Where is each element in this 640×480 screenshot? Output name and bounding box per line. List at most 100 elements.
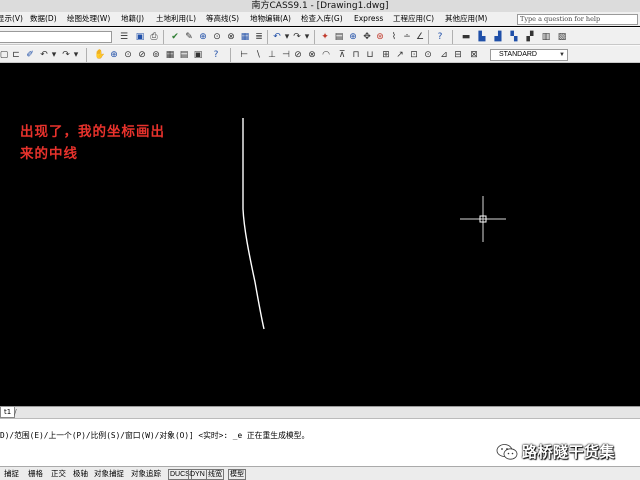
zoom-extents-icon[interactable]: ⊗ (225, 31, 237, 43)
zoom-realtime-icon[interactable]: ⊕ (108, 49, 120, 61)
tab-divider: / (14, 408, 17, 417)
dim-update-icon[interactable]: ⊿ (438, 49, 450, 61)
pan-icon[interactable]: ✥ (361, 31, 373, 43)
toolbar-separator (230, 48, 231, 62)
calculator-icon[interactable]: ▥ (540, 31, 552, 43)
dim-style-icon[interactable]: ⊠ (468, 49, 480, 61)
wechat-icon (496, 444, 518, 460)
status-bar: 捕捉 栅格 正交 极轴 对象捕捉 对象追踪 DUCS DYN 线宽 模型 (0, 466, 640, 480)
status-polar[interactable]: 极轴 (73, 469, 88, 480)
dim-text-edit-icon[interactable]: ⊟ (452, 49, 464, 61)
layer-icon[interactable]: ≣ (253, 31, 265, 43)
toolbar-separator (163, 30, 164, 44)
block-icon[interactable]: ▣ (192, 49, 204, 61)
drawing-canvas[interactable]: 出现了，我的坐标画出 来的中线 (0, 64, 640, 406)
line-minus-icon[interactable]: ∸ (401, 31, 413, 43)
menu-cadastre[interactable]: 地籍(J) (121, 12, 144, 26)
tolerance-icon[interactable]: ⊞ (380, 49, 392, 61)
menu-other-apps[interactable]: 其他应用(M) (445, 12, 487, 26)
toolbar-separator (452, 30, 453, 44)
pan-realtime-icon[interactable]: ✋ (94, 49, 106, 61)
watermark-text: 路桥隧干货集 (522, 443, 616, 461)
pin-icon[interactable]: ✦ (319, 31, 331, 43)
dim-ordinate-icon[interactable]: ⊥ (266, 49, 278, 61)
design-center-icon[interactable]: ▙ (476, 31, 488, 43)
tab-layout[interactable]: t1 (0, 407, 16, 418)
dim-angular-icon[interactable]: ⊗ (306, 49, 318, 61)
toolbar-separator (86, 48, 87, 62)
toolbar-separator (314, 30, 315, 44)
zoom-scale-icon[interactable]: ⊚ (150, 49, 162, 61)
menu-check-import[interactable]: 检查入库(G) (301, 12, 343, 26)
status-model[interactable]: 模型 (228, 469, 246, 480)
dim-baseline-icon[interactable]: ⊓ (350, 49, 362, 61)
chevron-down-icon: ▼ (559, 52, 565, 58)
tool-palette-icon[interactable]: ▟ (492, 31, 504, 43)
canvas-graphics (242, 118, 506, 330)
dim-continue-icon[interactable]: ⊔ (364, 49, 376, 61)
status-grid[interactable]: 栅格 (28, 469, 43, 480)
brush-icon[interactable]: ✐ (24, 49, 36, 61)
leader-icon[interactable]: ↗ (394, 49, 406, 61)
markup-icon[interactable]: ▞ (524, 31, 536, 43)
zoom-all-icon[interactable]: ⊘ (136, 49, 148, 61)
dim-aligned-icon[interactable]: ∖ (252, 49, 264, 61)
properties-grid-icon[interactable]: ▦ (164, 49, 176, 61)
window-title-bar: 南方CASS9.1 - [Drawing1.dwg] (0, 0, 640, 12)
help-search-input[interactable]: Type a question for help (517, 14, 638, 25)
grid-icon[interactable]: ▦ (239, 31, 251, 43)
menu-data[interactable]: 数据(D) (30, 12, 57, 26)
status-ortho[interactable]: 正交 (51, 469, 66, 480)
properties-icon[interactable]: ▬ (460, 31, 472, 43)
dim-radius-icon[interactable]: ⊣ (280, 49, 292, 61)
print-icon[interactable]: ⎙ (148, 31, 160, 43)
text-style-dropdown[interactable]: STANDARD ▼ (490, 49, 568, 61)
status-otrack[interactable]: 对象追踪 (131, 469, 161, 480)
toolbar-icon[interactable]: ▧ (556, 31, 568, 43)
check-icon[interactable]: ✔ (169, 31, 181, 43)
status-osnap[interactable]: 对象捕捉 (94, 469, 124, 480)
help-small-icon[interactable]: ? (210, 49, 222, 61)
angle-icon[interactable]: ∠ (414, 31, 426, 43)
quick-dim-icon[interactable]: ⊼ (336, 49, 348, 61)
help-icon[interactable]: ? (434, 31, 446, 43)
open-icon[interactable]: ⊏ (10, 49, 22, 61)
dim-edit-icon[interactable]: ⊡ (408, 49, 420, 61)
save-icon[interactable]: ▣ (134, 31, 146, 43)
zoom-window-icon[interactable]: ⊙ (211, 31, 223, 43)
menu-icon[interactable]: ☰ (118, 31, 130, 43)
standard-toolbar: ☰ ▣ ⎙ ✔ ✎ ⊕ ⊙ ⊗ ▦ ≣ ↶ ▾ ↷ ▾ ✦ ▤ ⊕ ✥ ⊛ ⌇ … (0, 27, 640, 45)
menu-contour[interactable]: 等高线(S) (206, 12, 239, 26)
symbol-icon[interactable]: ⊛ (374, 31, 386, 43)
layer-dropdown[interactable] (0, 31, 112, 43)
status-dyn[interactable]: DYN (188, 469, 207, 480)
pencil-icon[interactable]: ✎ (183, 31, 195, 43)
status-snap[interactable]: 捕捉 (4, 469, 19, 480)
new-file-icon[interactable]: ▢ (0, 49, 10, 61)
menu-view[interactable]: 显示(V) (0, 12, 23, 26)
status-lineweight[interactable]: 线宽 (206, 469, 224, 480)
table-icon[interactable]: ▤ (333, 31, 345, 43)
menu-bar: 显示(V) 数据(D) 绘图处理(W) 地籍(J) 土地利用(L) 等高线(S)… (0, 12, 640, 26)
menu-land-use[interactable]: 土地利用(L) (156, 12, 196, 26)
menu-feature-edit[interactable]: 地物编辑(A) (250, 12, 291, 26)
curve-icon[interactable]: ⌇ (388, 31, 400, 43)
redo-dropdown-icon[interactable]: ▾ (301, 31, 313, 43)
zoom-previous-icon[interactable]: ⊙ (122, 49, 134, 61)
menu-express[interactable]: Express (354, 12, 383, 26)
zoom-in-icon[interactable]: ⊕ (347, 31, 359, 43)
dim-diameter-icon[interactable]: ⊘ (292, 49, 304, 61)
redo-small-dropdown-icon[interactable]: ▾ (70, 49, 82, 61)
undo-small-dropdown-icon[interactable]: ▾ (48, 49, 60, 61)
menu-engineering[interactable]: 工程应用(C) (393, 12, 434, 26)
library-icon[interactable]: ▤ (178, 49, 190, 61)
centerline-curve (242, 118, 265, 330)
zoom-icon[interactable]: ⊕ (197, 31, 209, 43)
dim-arc-icon[interactable]: ◠ (320, 49, 332, 61)
dim-linear-icon[interactable]: ⊢ (238, 49, 250, 61)
menu-drawing-processing[interactable]: 绘图处理(W) (67, 12, 110, 26)
crosshair-cursor (460, 196, 506, 242)
text-style-value: STANDARD (499, 51, 537, 58)
dim-center-icon[interactable]: ⊙ (422, 49, 434, 61)
sheet-set-icon[interactable]: ▚ (508, 31, 520, 43)
